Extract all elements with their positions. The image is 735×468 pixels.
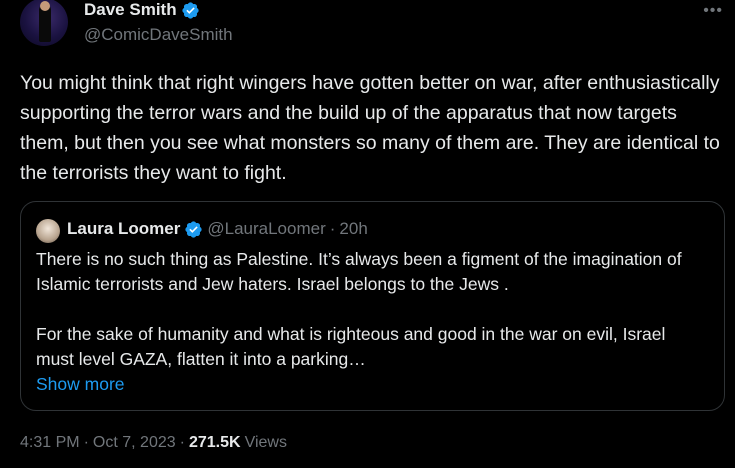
meta-separator: · (179, 434, 185, 451)
verified-badge-icon (181, 1, 199, 19)
show-more-link[interactable]: Show more (36, 374, 125, 394)
tweet-metadata: 4:31 PM · Oct 7, 2023 · 271.5K Views (20, 434, 287, 452)
author-name-row: Dave Smith (84, 0, 200, 20)
avatar[interactable] (20, 0, 68, 46)
tweet-time[interactable]: 4:31 PM (20, 434, 80, 452)
quote-body: There is no such thing as Palestine. It’… (36, 247, 706, 397)
author-name[interactable]: Dave Smith (84, 0, 177, 20)
quote-separator: · (329, 219, 336, 238)
verified-badge-icon (185, 220, 202, 238)
tweet-text: You might think that right wingers have … (20, 72, 720, 184)
quote-header: Laura Loomer @LauraLoomer · 20h (67, 219, 368, 239)
quote-paragraph-1: There is no such thing as Palestine. It’… (36, 249, 682, 294)
quote-timestamp: 20h (339, 219, 368, 238)
tweet: Dave Smith @ComicDaveSmith ••• You might… (0, 0, 735, 468)
quote-author-handle: @LauraLoomer (207, 219, 326, 238)
quote-author-name: Laura Loomer (67, 219, 181, 238)
quote-avatar (36, 219, 60, 243)
quote-paragraph-2: For the sake of humanity and what is rig… (36, 324, 666, 369)
tweet-date[interactable]: Oct 7, 2023 (93, 434, 176, 452)
meta-separator: · (83, 434, 89, 451)
avatar-head (40, 1, 50, 11)
more-horizontal-icon[interactable]: ••• (703, 2, 723, 20)
quoted-tweet[interactable]: Laura Loomer @LauraLoomer · 20h There is… (20, 201, 725, 411)
views-label: Views (244, 434, 287, 451)
author-handle[interactable]: @ComicDaveSmith (84, 25, 233, 45)
views-count[interactable]: 271.5K (189, 434, 241, 452)
